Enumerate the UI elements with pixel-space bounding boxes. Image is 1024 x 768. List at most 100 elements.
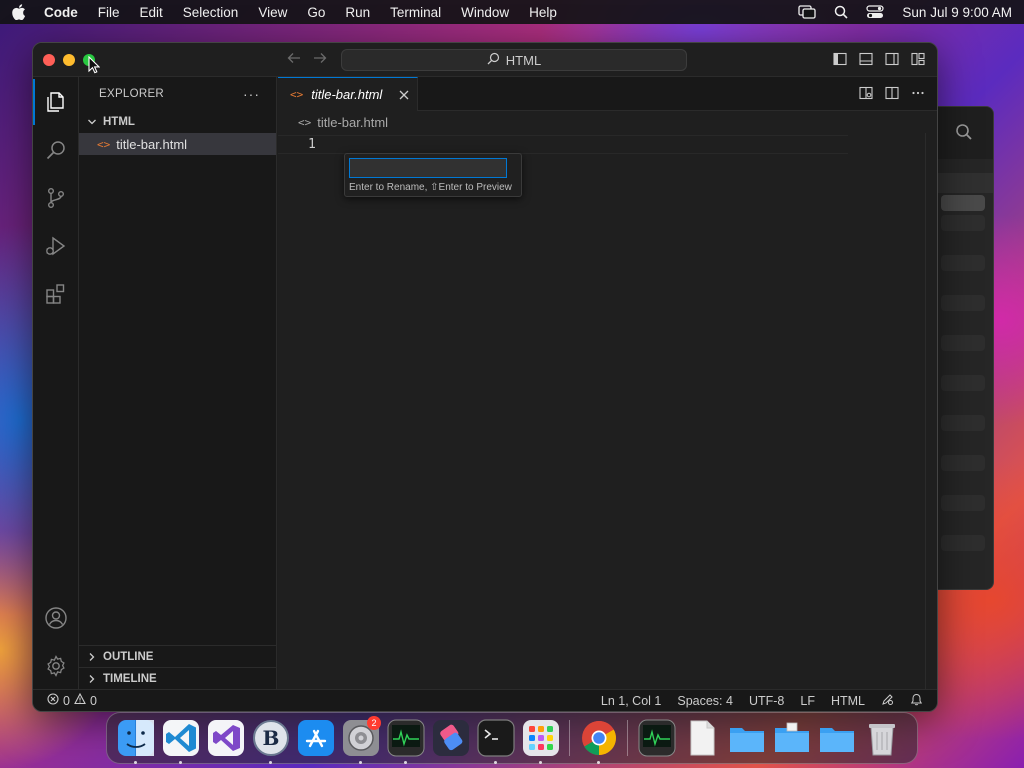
- search-icon: [955, 123, 973, 144]
- more-actions-icon[interactable]: [911, 86, 925, 103]
- navigation-arrows: [287, 51, 327, 68]
- status-bar: 0 0 Ln 1, Col 1 Spaces: 4 UTF-8 LF HTML: [33, 689, 937, 711]
- dock-activity-monitor-minimized-icon[interactable]: [634, 716, 679, 761]
- folder-name: HTML: [103, 116, 135, 128]
- background-list-item: [941, 375, 985, 391]
- dock-finder-icon[interactable]: [113, 716, 158, 764]
- error-count: 0: [63, 693, 70, 708]
- split-editor-icon[interactable]: [885, 86, 899, 103]
- line-number: 1: [308, 137, 316, 152]
- menubar-clock[interactable]: Sun Jul 9 9:00 AM: [902, 5, 1012, 20]
- error-icon: [47, 693, 59, 708]
- menu-selection[interactable]: Selection: [183, 5, 239, 20]
- editor-tabs: <> title-bar.html: [278, 77, 937, 111]
- activity-bar: [33, 77, 79, 689]
- timeline-section[interactable]: TIMELINE: [79, 667, 276, 690]
- manage-gear-icon[interactable]: [43, 653, 69, 679]
- apple-icon[interactable]: [12, 4, 26, 20]
- menu-edit[interactable]: Edit: [140, 5, 163, 20]
- command-center[interactable]: HTML: [341, 49, 687, 71]
- warning-count: 0: [89, 693, 97, 708]
- control-center-icon[interactable]: [866, 5, 885, 19]
- dock-bbedit-icon[interactable]: B: [248, 716, 293, 764]
- dock-folder-icon[interactable]: [814, 716, 859, 761]
- html-file-icon: <>: [298, 115, 312, 129]
- folder-header-html[interactable]: HTML: [79, 111, 276, 133]
- rename-hint: Enter to Rename, ⇧Enter to Preview: [349, 182, 512, 193]
- menu-go[interactable]: Go: [307, 5, 325, 20]
- accounts-icon[interactable]: [43, 605, 69, 631]
- outline-section[interactable]: OUTLINE: [79, 645, 276, 668]
- language-mode[interactable]: HTML: [831, 694, 865, 708]
- tab-label: title-bar.html: [311, 87, 383, 102]
- html-file-icon: <>: [97, 137, 111, 151]
- explorer-sidebar: EXPLORER ··· HTML <> title-bar.html OUTL…: [79, 77, 277, 689]
- run-and-debug-icon[interactable]: [43, 233, 69, 259]
- editor-actions: [859, 86, 925, 103]
- minimize-window-button[interactable]: [63, 54, 75, 66]
- arrow-right-icon[interactable]: [313, 51, 327, 68]
- arrow-left-icon[interactable]: [287, 51, 301, 68]
- dock-separator: [569, 720, 570, 756]
- menu-view[interactable]: View: [258, 5, 287, 20]
- dock-folder-icon[interactable]: [724, 716, 769, 761]
- spotlight-search-icon[interactable]: [834, 5, 848, 19]
- dock-terminal-icon[interactable]: [473, 716, 518, 764]
- source-control-icon[interactable]: [43, 185, 69, 211]
- dock-vscode-icon[interactable]: [158, 716, 203, 764]
- feedback-icon[interactable]: [881, 693, 894, 709]
- close-window-button[interactable]: [43, 54, 55, 66]
- toggle-panel-icon[interactable]: [859, 52, 873, 66]
- file-item-title-bar[interactable]: <> title-bar.html: [79, 133, 276, 155]
- open-preview-icon[interactable]: [859, 86, 873, 103]
- end-of-line[interactable]: LF: [800, 694, 815, 708]
- vscode-window: HTML EXPLORER ··· HTML <> title-bar.html…: [32, 42, 938, 712]
- chevron-right-icon: [85, 674, 99, 684]
- chevron-right-icon: [85, 652, 99, 662]
- editor-scrollbar[interactable]: [925, 133, 937, 689]
- rename-input[interactable]: [349, 158, 507, 178]
- dock-launchpad-icon[interactable]: [518, 716, 563, 764]
- settings-badge: 2: [367, 715, 381, 730]
- search-icon[interactable]: [43, 137, 69, 163]
- more-actions-icon[interactable]: ···: [243, 86, 260, 102]
- menu-terminal[interactable]: Terminal: [390, 5, 441, 20]
- menu-app-name[interactable]: Code: [44, 5, 78, 20]
- customize-layout-icon[interactable]: [911, 52, 925, 66]
- dock-trash-icon[interactable]: [859, 716, 904, 761]
- chevron-down-icon: [85, 117, 99, 127]
- notifications-bell-icon[interactable]: [910, 693, 923, 709]
- dock-downloads-folder-icon[interactable]: [769, 716, 814, 761]
- current-line-highlight[interactable]: 1: [278, 135, 848, 154]
- explorer-icon[interactable]: [33, 79, 69, 125]
- dock-app-store-icon[interactable]: [293, 716, 338, 761]
- title-bar: HTML: [33, 43, 937, 77]
- screen-mirroring-icon[interactable]: [798, 5, 817, 19]
- breadcrumb-file[interactable]: title-bar.html: [317, 115, 388, 130]
- toggle-primary-sidebar-icon[interactable]: [833, 52, 847, 66]
- outline-label: OUTLINE: [103, 651, 154, 663]
- dock-shortcuts-icon[interactable]: [428, 716, 473, 761]
- menu-file[interactable]: File: [98, 5, 120, 20]
- dock-system-settings-icon[interactable]: 2: [338, 715, 383, 764]
- explorer-header: EXPLORER ···: [79, 77, 276, 111]
- indentation[interactable]: Spaces: 4: [677, 694, 733, 708]
- dock-separator: [627, 720, 628, 756]
- tab-title-bar-html[interactable]: <> title-bar.html: [278, 77, 418, 111]
- menu-run[interactable]: Run: [345, 5, 370, 20]
- encoding[interactable]: UTF-8: [749, 694, 784, 708]
- cursor-position[interactable]: Ln 1, Col 1: [601, 694, 661, 708]
- file-name: title-bar.html: [116, 136, 188, 152]
- html-file-icon: <>: [290, 88, 304, 101]
- breadcrumb[interactable]: <> title-bar.html: [278, 111, 937, 133]
- close-tab-icon[interactable]: [399, 87, 409, 103]
- menu-window[interactable]: Window: [461, 5, 509, 20]
- dock-document-icon[interactable]: [679, 716, 724, 761]
- dock-chrome-icon[interactable]: [576, 716, 621, 764]
- extensions-icon[interactable]: [43, 281, 69, 307]
- dock-activity-monitor-icon[interactable]: [383, 716, 428, 764]
- menu-help[interactable]: Help: [529, 5, 557, 20]
- dock-visual-studio-icon[interactable]: [203, 716, 248, 761]
- toggle-secondary-sidebar-icon[interactable]: [885, 52, 899, 66]
- problems-indicator[interactable]: 0 0: [33, 692, 97, 708]
